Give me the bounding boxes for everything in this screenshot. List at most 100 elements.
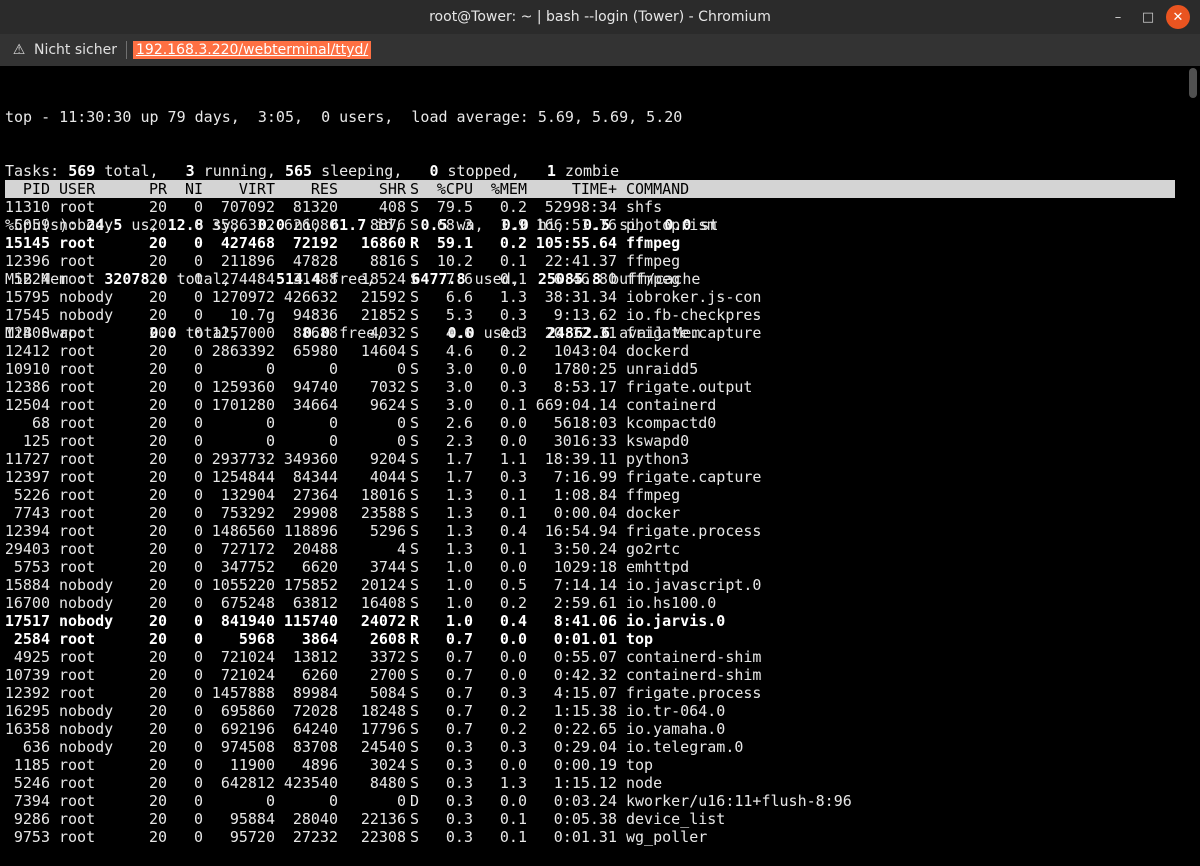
header-ni: NI xyxy=(184,180,203,198)
cell-ni: 0 xyxy=(193,774,203,792)
cell-s: S xyxy=(410,486,420,504)
cell-res: 72028 xyxy=(292,702,338,720)
cell-time: 3016:33 xyxy=(553,432,617,450)
header-time: TIME+ xyxy=(571,180,617,198)
cell-ni: 0 xyxy=(193,360,203,378)
process-row: 4925 root 20 0 721024 13812 3372 S 0.7 0.0 0:55.07… xyxy=(5,648,1175,666)
cell-time: 0:05.38 xyxy=(553,810,617,828)
cell-time: 22:41.37 xyxy=(544,252,617,270)
cell-cmd: kcompactd0 xyxy=(626,414,717,432)
cell-ni: 0 xyxy=(193,450,203,468)
process-row: 12392 root 20 0 1457888 89984 5084 S 0.7 0.3 4:15.… xyxy=(5,684,1175,702)
cell-cpu: 1.0 xyxy=(445,594,473,612)
cell-s: S xyxy=(410,702,420,720)
cell-res: 118896 xyxy=(283,522,338,540)
cell-virt: 1457888 xyxy=(211,684,275,702)
cell-mem: 0.3 xyxy=(499,468,527,486)
cell-time: 1:15.38 xyxy=(553,702,617,720)
cell-virt: 0 xyxy=(265,432,275,450)
cell-pr: 20 xyxy=(148,540,167,558)
cell-time: 16:54.94 xyxy=(544,522,617,540)
process-row: 5246 root 20 0 642812 423540 8480 S 0.3 1.3 1:15.1… xyxy=(5,774,1175,792)
cell-ni: 0 xyxy=(193,792,203,810)
cell-virt: 95720 xyxy=(229,828,275,846)
process-row: 7394 root 20 0 0 0 0 D 0.3 0.0 0:03.24 kworker/u16:… xyxy=(5,792,1175,810)
cell-pid: 5226 xyxy=(13,486,50,504)
cell-shr: 5296 xyxy=(369,522,406,540)
cell-pr: 20 xyxy=(148,612,167,630)
cell-cmd: kswapd0 xyxy=(626,432,690,450)
cell-pr: 20 xyxy=(148,432,167,450)
cell-s: S xyxy=(410,756,420,774)
cell-user: root xyxy=(59,792,96,810)
process-row: 5059 nobody 20 0 3586332 626080 8876 S 68.3 1.9 16… xyxy=(5,216,1175,234)
cell-user: root xyxy=(59,360,96,378)
cell-user: root xyxy=(59,774,96,792)
cell-pr: 20 xyxy=(148,270,167,288)
cell-pid: 125 xyxy=(22,432,50,450)
cell-pr: 20 xyxy=(148,792,167,810)
cell-mem: 0.1 xyxy=(499,828,527,846)
cell-cpu: 0.7 xyxy=(445,630,473,648)
cell-ni: 0 xyxy=(193,558,203,576)
close-icon[interactable]: ✕ xyxy=(1166,5,1190,29)
cell-user: nobody xyxy=(59,594,114,612)
process-row: 2584 root 20 0 5968 3864 2608 R 0.7 0.0 0:01.01 top xyxy=(5,630,1175,648)
process-row: 10739 root 20 0 721024 6260 2700 S 0.7 0.0 0:42.32… xyxy=(5,666,1175,684)
cell-ni: 0 xyxy=(193,720,203,738)
cell-pr: 20 xyxy=(148,234,167,252)
cell-cpu: 0.3 xyxy=(445,792,473,810)
cell-user: nobody xyxy=(59,288,114,306)
cell-shr: 2608 xyxy=(369,630,406,648)
cell-pid: 9753 xyxy=(13,828,50,846)
process-row: 12396 root 20 0 211896 47828 8816 S 10.2 0.1 22:41… xyxy=(5,252,1175,270)
cell-cmd: shfs xyxy=(626,198,663,216)
process-row: 15795 nobody 20 0 1270972 426632 21592 S 6.6 1.3 3… xyxy=(5,288,1175,306)
cell-s: S xyxy=(410,648,420,666)
terminal[interactable]: top - 11:30:30 up 79 days, 3:05, 0 users… xyxy=(0,66,1200,866)
process-row: 12397 root 20 0 1254844 84344 4044 S 1.7 0.3 7:16.… xyxy=(5,468,1175,486)
url-field[interactable]: 192.168.3.220/webterminal/ttyd/ xyxy=(133,41,372,59)
cell-s: S xyxy=(410,216,420,234)
cell-time: 0:29.04 xyxy=(553,738,617,756)
cell-res: 423540 xyxy=(283,774,338,792)
cell-pr: 20 xyxy=(148,414,167,432)
cell-cmd: kworker/u16:11+flush-8:96 xyxy=(626,792,852,810)
security-status[interactable]: Nicht sicher xyxy=(34,42,117,58)
header-res: RES xyxy=(310,180,338,198)
maximize-icon[interactable]: □ xyxy=(1136,5,1160,29)
cell-s: S xyxy=(410,810,420,828)
cell-time: 18:39.11 xyxy=(544,450,617,468)
cell-mem: 0.3 xyxy=(499,738,527,756)
cell-time: 105:55.64 xyxy=(535,234,617,252)
cell-cmd: frigate.capture xyxy=(626,468,762,486)
minimize-icon[interactable]: – xyxy=(1106,5,1130,29)
cell-cmd: io.tr-064.0 xyxy=(626,702,726,720)
cell-pid: 2584 xyxy=(13,630,50,648)
cell-pid: 12386 xyxy=(4,378,50,396)
warning-triangle-icon[interactable]: ⚠ xyxy=(10,42,28,58)
cell-shr: 16408 xyxy=(360,594,406,612)
cell-time: 1043:04 xyxy=(553,342,617,360)
cell-cpu: 1.0 xyxy=(445,558,473,576)
cell-virt: 841940 xyxy=(220,612,275,630)
cell-pr: 20 xyxy=(148,324,167,342)
cell-virt: 1486560 xyxy=(211,522,275,540)
cell-time: 52998:34 xyxy=(544,198,617,216)
terminal-scrollbar[interactable] xyxy=(1186,66,1200,866)
cell-shr: 0 xyxy=(396,432,406,450)
cell-mem: 0.1 xyxy=(499,810,527,828)
cell-mem: 0.2 xyxy=(499,234,527,252)
cell-ni: 0 xyxy=(193,504,203,522)
cell-cpu: 1.0 xyxy=(445,612,473,630)
cell-cpu: 1.3 xyxy=(445,522,473,540)
scrollbar-thumb[interactable] xyxy=(1189,68,1197,98)
cell-user: root xyxy=(59,486,96,504)
cell-ni: 0 xyxy=(193,234,203,252)
cell-shr: 16860 xyxy=(360,234,406,252)
cell-cmd: frigate.process xyxy=(626,684,762,702)
cell-mem: 0.1 xyxy=(499,396,527,414)
cell-user: root xyxy=(59,522,96,540)
cell-res: 72192 xyxy=(292,234,338,252)
cell-cmd: containerd-shim xyxy=(626,666,762,684)
